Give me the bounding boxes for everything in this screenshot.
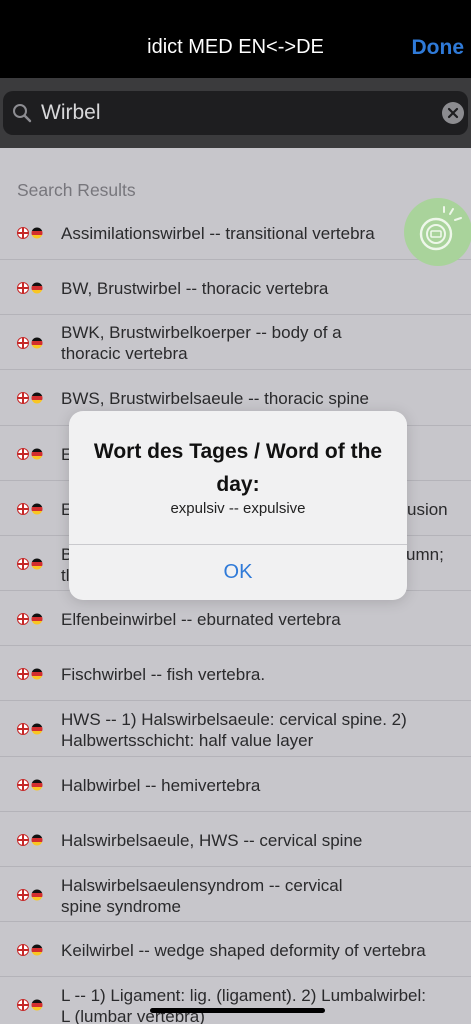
result-text: Halswirbelsaeule, HWS -- cervical spine bbox=[61, 831, 363, 850]
result-text: Fischwirbel -- fish vertebra. bbox=[61, 665, 266, 684]
result-text-line1: Halswirbelsaeulensyndrom -- cervical bbox=[61, 876, 343, 895]
flag-uk-de-icon bbox=[17, 613, 43, 625]
lightbulb-icon bbox=[419, 206, 462, 251]
result-text-right: umn; bbox=[406, 545, 444, 564]
clear-search-button[interactable] bbox=[442, 102, 464, 124]
flag-uk-de-icon bbox=[17, 723, 43, 735]
list-item[interactable]: Halswirbelsaeulensyndrom -- cervical spi… bbox=[0, 867, 471, 922]
dialog-message: expulsiv -- expulsive bbox=[170, 500, 306, 517]
list-item[interactable]: BW, Brustwirbel -- thoracic vertebra bbox=[0, 260, 471, 315]
search-input[interactable] bbox=[41, 91, 431, 135]
result-text: Elfenbeinwirbel -- eburnated vertebra bbox=[61, 610, 341, 629]
done-button[interactable]: Done bbox=[412, 36, 465, 60]
list-item[interactable]: Fischwirbel -- fish vertebra. bbox=[0, 646, 471, 701]
flag-uk-de-icon bbox=[17, 503, 43, 515]
flag-uk-de-icon bbox=[17, 944, 43, 956]
dialog-title: Wort des Tages / Word of the day: bbox=[93, 440, 383, 496]
result-text: Keilwirbel -- wedge shaped deformity of … bbox=[61, 941, 426, 960]
flag-uk-de-icon bbox=[17, 889, 43, 901]
flag-uk-de-icon bbox=[17, 999, 43, 1011]
list-item[interactable]: Halswirbelsaeule, HWS -- cervical spine bbox=[0, 812, 471, 867]
flag-uk-de-icon bbox=[17, 392, 43, 404]
flag-uk-de-icon bbox=[17, 448, 43, 460]
flag-uk-de-icon bbox=[17, 337, 43, 349]
close-icon bbox=[447, 107, 459, 119]
word-of-day-fab[interactable] bbox=[404, 198, 471, 266]
search-field[interactable] bbox=[3, 91, 468, 135]
result-text: Halbwirbel -- hemivertebra bbox=[61, 776, 261, 795]
nav-title: idict MED EN<->DE bbox=[147, 36, 324, 58]
flag-uk-de-icon bbox=[17, 227, 43, 239]
list-item[interactable]: BWK, Brustwirbelkoerper -- body of a tho… bbox=[0, 315, 471, 370]
list-item[interactable]: Assimilationswirbel -- transitional vert… bbox=[0, 205, 471, 260]
section-header: Search Results bbox=[17, 180, 136, 200]
result-text-line2: spine syndrome bbox=[61, 897, 182, 916]
home-indicator[interactable] bbox=[150, 1008, 325, 1013]
result-text: BW, Brustwirbel -- thoracic vertebra bbox=[61, 279, 329, 298]
ok-button[interactable]: OK bbox=[69, 545, 407, 600]
result-text-line1: HWS -- 1) Halswirbelsaeule: cervical spi… bbox=[61, 710, 407, 729]
result-text-right: usion bbox=[407, 500, 448, 519]
flag-uk-de-icon bbox=[17, 282, 43, 294]
result-text-line2: thoracic vertebra bbox=[61, 344, 188, 363]
navigation-bar: idict MED EN<->DE Done bbox=[0, 0, 471, 78]
list-item[interactable]: HWS -- 1) Halswirbelsaeule: cervical spi… bbox=[0, 701, 471, 757]
result-text: BWS, Brustwirbelsaeule -- thoracic spine bbox=[61, 389, 370, 408]
flag-uk-de-icon bbox=[17, 558, 43, 570]
flag-uk-de-icon bbox=[17, 779, 43, 791]
result-text-line2: Halbwertsschicht: half value layer bbox=[61, 731, 314, 750]
list-item[interactable]: Keilwirbel -- wedge shaped deformity of … bbox=[0, 922, 471, 977]
list-item[interactable]: Halbwirbel -- hemivertebra bbox=[0, 757, 471, 812]
result-text-line1: L -- 1) Ligament: lig. (ligament). 2) Lu… bbox=[61, 986, 427, 1005]
search-bar bbox=[0, 78, 471, 148]
result-text-line1: BWK, Brustwirbelkoerper -- body of a bbox=[61, 323, 342, 342]
search-icon bbox=[13, 104, 32, 123]
word-of-day-dialog: Wort des Tages / Word of the day: expuls… bbox=[69, 411, 407, 600]
flag-uk-de-icon bbox=[17, 668, 43, 680]
list-item[interactable]: L -- 1) Ligament: lig. (ligament). 2) Lu… bbox=[0, 977, 471, 1024]
flag-uk-de-icon bbox=[17, 834, 43, 846]
